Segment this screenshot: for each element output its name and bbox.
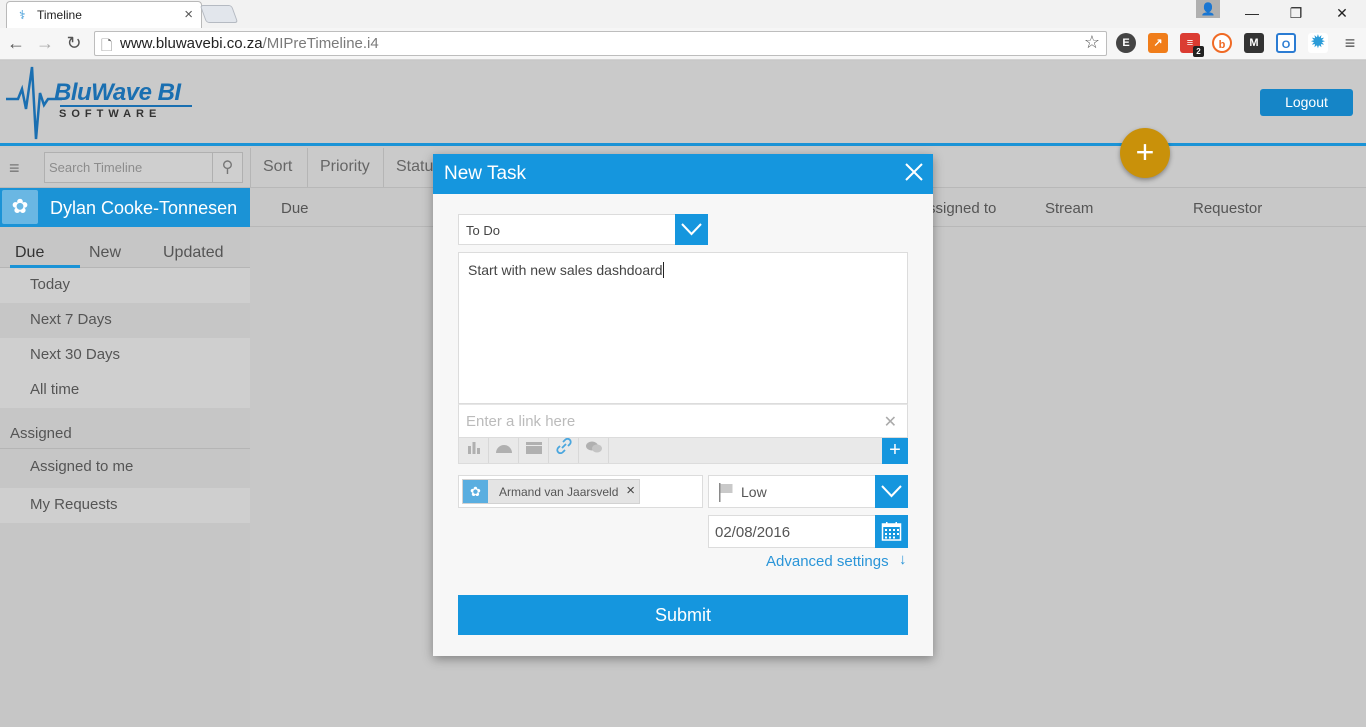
sidebar-tabs: Due New Updated bbox=[0, 234, 250, 268]
sidebar-item-next-30-days[interactable]: Next 30 Days bbox=[0, 338, 250, 373]
status-value: To Do bbox=[466, 223, 500, 238]
sidebar: ✿ Dylan Cooke-Tonnesen Due New Updated T… bbox=[0, 188, 250, 727]
tab-close-icon[interactable]: × bbox=[184, 6, 193, 23]
chevron-down-icon[interactable] bbox=[875, 475, 908, 508]
logout-button[interactable]: Logout bbox=[1260, 89, 1353, 116]
modal-header: New Task bbox=[433, 154, 933, 194]
priority-filter-button[interactable]: Priority bbox=[307, 148, 382, 187]
browser-tab[interactable]: ⚕ Timeline × bbox=[6, 1, 202, 28]
outlook-extension-icon[interactable]: O bbox=[1276, 33, 1296, 53]
restore-icon[interactable]: ❐ bbox=[1286, 3, 1306, 23]
assignee-avatar: ✿ bbox=[463, 480, 488, 503]
browser-tabbar: ⚕ Timeline × 👤 — ❐ ✕ bbox=[0, 0, 1366, 28]
settings-extension-icon[interactable]: ✹ bbox=[1308, 33, 1328, 53]
logo-underline bbox=[60, 105, 192, 107]
search-input[interactable] bbox=[45, 153, 213, 182]
add-attachment-button[interactable]: + bbox=[882, 438, 908, 464]
hamburger-menu-icon[interactable]: ≡ bbox=[9, 159, 20, 177]
extension-badge: 2 bbox=[1193, 46, 1204, 57]
back-icon[interactable]: ← bbox=[4, 31, 28, 55]
assignee-name: Armand van Jaarsveld bbox=[499, 485, 619, 499]
user-avatar: ✿ bbox=[2, 190, 38, 224]
sort-button[interactable]: Sort bbox=[250, 148, 304, 187]
window-close-icon[interactable]: ✕ bbox=[1332, 3, 1352, 23]
sidebar-item-today[interactable]: Today bbox=[0, 268, 250, 303]
link-input[interactable] bbox=[459, 405, 869, 437]
todoist-extension-icon[interactable]: ≡ 2 bbox=[1180, 33, 1204, 57]
attachment-toolbar: + bbox=[458, 437, 908, 464]
bluwave-favicon-icon: ⚕ bbox=[19, 8, 26, 22]
gmail-extension-icon[interactable]: M bbox=[1244, 33, 1264, 53]
sidebar-item-assigned-to-me[interactable]: Assigned to me bbox=[0, 450, 250, 485]
url-text: www.bluwavebi.co.za/MIPreTimeline.i4 bbox=[120, 35, 379, 52]
priority-value: Low bbox=[741, 484, 767, 500]
bar-chart-icon[interactable] bbox=[459, 438, 489, 463]
tab-title: Timeline bbox=[37, 8, 82, 22]
minimize-icon[interactable]: — bbox=[1242, 3, 1262, 23]
assigned-heading: Assigned bbox=[10, 425, 72, 442]
logo-title: BluWave BI bbox=[54, 79, 181, 106]
calendar-icon[interactable] bbox=[875, 515, 908, 548]
tab-due[interactable]: Due bbox=[15, 244, 44, 262]
sidebar-item-all-time[interactable]: All time bbox=[0, 373, 250, 408]
user-profile-icon[interactable]: 👤 bbox=[1196, 0, 1220, 18]
sidebar-item-next-7-days[interactable]: Next 7 Days bbox=[0, 303, 250, 338]
clear-link-icon[interactable]: ✕ bbox=[884, 412, 897, 432]
due-date-value: 02/08/2016 bbox=[715, 524, 791, 541]
user-bar[interactable]: ✿ Dylan Cooke-Tonnesen bbox=[0, 188, 250, 227]
bookmark-star-icon[interactable]: ☆ bbox=[1084, 32, 1100, 53]
page-icon: 🗋 bbox=[101, 37, 113, 53]
submit-button[interactable]: Submit bbox=[458, 595, 908, 635]
analytics-extension-icon[interactable]: ↗ bbox=[1148, 33, 1168, 53]
close-icon[interactable] bbox=[903, 162, 925, 184]
evernote-extension-icon[interactable]: E bbox=[1116, 33, 1136, 53]
browser-toolbar: ← → ↻ 🗋 www.bluwavebi.co.za/MIPreTimelin… bbox=[0, 28, 1366, 60]
modal-title: New Task bbox=[444, 163, 527, 184]
column-due[interactable]: Due bbox=[281, 200, 309, 217]
remove-assignee-icon[interactable]: × bbox=[626, 482, 635, 499]
task-description-field[interactable]: Start with new sales dashdoard bbox=[458, 252, 908, 404]
tab-updated[interactable]: Updated bbox=[163, 244, 224, 262]
text-caret bbox=[662, 262, 664, 278]
link-icon[interactable] bbox=[549, 437, 579, 463]
search-icon[interactable]: ⚲ bbox=[212, 153, 242, 182]
add-task-button[interactable]: + bbox=[1120, 128, 1170, 178]
advanced-settings-link[interactable]: Advanced settings bbox=[766, 553, 889, 570]
priority-select[interactable]: Low bbox=[708, 475, 908, 508]
status-select[interactable]: To Do bbox=[458, 214, 708, 245]
url-path: /MIPreTimeline.i4 bbox=[262, 35, 379, 52]
tab-new[interactable]: New bbox=[89, 244, 121, 262]
address-bar[interactable]: 🗋 www.bluwavebi.co.za/MIPreTimeline.i4 ☆ bbox=[94, 31, 1107, 56]
new-task-modal: New Task To Do Start with new sales dash… bbox=[433, 154, 933, 656]
assignee-chip: ✿ Armand van Jaarsveld × bbox=[462, 479, 640, 504]
chrome-menu-icon[interactable]: ≡ bbox=[1340, 33, 1360, 53]
task-description-text: Start with new sales dashdoard bbox=[468, 262, 663, 278]
flag-icon bbox=[719, 483, 733, 502]
user-name: Dylan Cooke-Tonnesen bbox=[50, 198, 238, 218]
discussion-icon[interactable] bbox=[579, 438, 609, 463]
new-tab-button[interactable] bbox=[199, 5, 239, 23]
chevron-down-icon[interactable] bbox=[675, 214, 708, 245]
timeline-search: ⚲ bbox=[44, 152, 243, 183]
sidebar-item-my-requests[interactable]: My Requests bbox=[0, 488, 250, 523]
reload-icon[interactable]: ↻ bbox=[62, 31, 86, 55]
blogger-extension-icon[interactable]: b bbox=[1212, 33, 1232, 53]
forward-icon[interactable]: → bbox=[33, 31, 57, 55]
assignee-field[interactable]: ✿ Armand van Jaarsveld × bbox=[458, 475, 703, 508]
arrow-down-icon[interactable]: ↓ bbox=[899, 551, 907, 568]
link-input-row: ✕ bbox=[458, 404, 908, 438]
column-stream[interactable]: Stream bbox=[1045, 200, 1093, 217]
logo-subtitle: SOFTWARE bbox=[59, 108, 162, 120]
column-requestor[interactable]: Requestor bbox=[1193, 200, 1262, 217]
bluwave-logo[interactable]: BluWave BI SOFTWARE bbox=[4, 63, 204, 143]
due-date-field[interactable]: 02/08/2016 bbox=[708, 515, 908, 548]
url-domain: www.bluwavebi.co.za bbox=[120, 35, 263, 52]
dashboard-icon[interactable] bbox=[489, 438, 519, 463]
sidebar-divider bbox=[0, 448, 250, 449]
storyboard-icon[interactable] bbox=[519, 438, 549, 463]
description-content: Start with new sales dashdoard bbox=[468, 262, 664, 278]
